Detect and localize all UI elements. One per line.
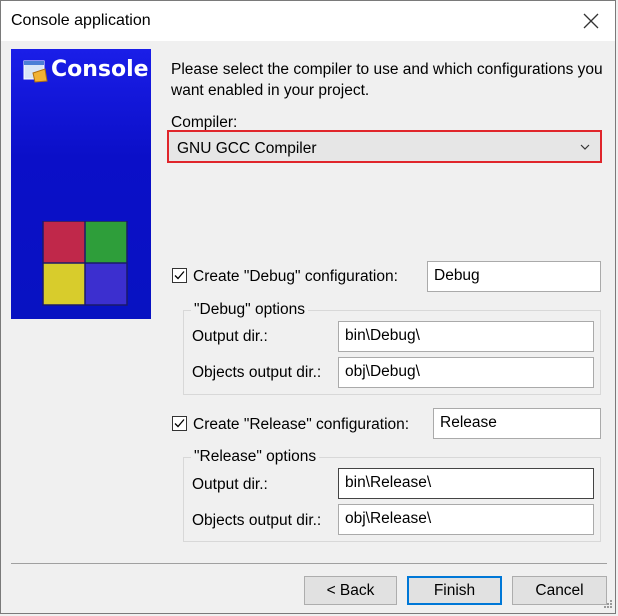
release-checkbox[interactable] <box>172 416 187 431</box>
release-options-title: "Release" options <box>191 448 320 466</box>
footer-separator <box>11 563 607 564</box>
console-application-dialog: Console application Console Please selec… <box>0 0 616 614</box>
console-app-icon <box>23 60 48 83</box>
wizard-banner: Console <box>11 49 151 319</box>
release-objects-dir-input[interactable]: obj\Release\ <box>338 504 594 535</box>
title-bar: Console application <box>1 1 615 41</box>
window-title: Console application <box>11 12 151 29</box>
compiler-dropdown[interactable]: GNU GCC Compiler <box>167 130 602 163</box>
release-output-dir-label: Output dir.: <box>192 476 268 493</box>
finish-button[interactable]: Finish <box>407 576 502 605</box>
release-objects-dir-label: Objects output dir.: <box>192 512 322 529</box>
cancel-button[interactable]: Cancel <box>512 576 607 605</box>
chevron-down-icon <box>580 144 590 150</box>
close-icon <box>583 13 599 29</box>
debug-objects-dir-label: Objects output dir.: <box>192 364 322 381</box>
banner-title: Console <box>51 57 149 82</box>
compiler-value: GNU GCC Compiler <box>177 140 317 157</box>
checkmark-icon <box>174 271 185 280</box>
debug-name-input[interactable]: Debug <box>427 261 601 292</box>
debug-checkbox-label[interactable]: Create "Debug" configuration: <box>193 268 398 286</box>
intro-text: Please select the compiler to use and wh… <box>171 61 603 99</box>
codeblocks-cube-logo <box>42 221 128 306</box>
back-button[interactable]: < Back <box>304 576 397 605</box>
debug-output-dir-label: Output dir.: <box>192 328 268 345</box>
release-checkbox-label[interactable]: Create "Release" configuration: <box>193 416 409 434</box>
release-name-input[interactable]: Release <box>433 408 601 439</box>
debug-output-dir-input[interactable]: bin\Debug\ <box>338 321 594 352</box>
release-output-dir-input[interactable]: bin\Release\ <box>338 468 594 499</box>
checkmark-icon <box>174 419 185 428</box>
resize-grip-icon[interactable] <box>601 599 613 611</box>
debug-objects-dir-input[interactable]: obj\Debug\ <box>338 357 594 388</box>
debug-options-title: "Debug" options <box>191 301 308 319</box>
close-button[interactable] <box>581 11 601 31</box>
debug-checkbox[interactable] <box>172 268 187 283</box>
